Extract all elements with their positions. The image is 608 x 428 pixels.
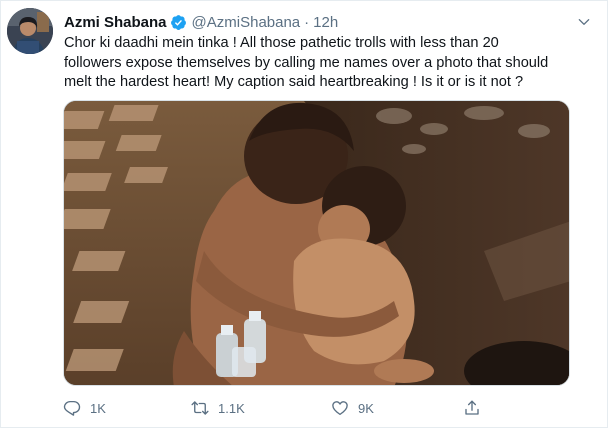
- avatar-image: [7, 8, 53, 54]
- tweet-header: Azmi Shabana @AzmiShabana · 12h: [64, 11, 567, 33]
- avatar[interactable]: [7, 8, 53, 54]
- verified-badge-icon: [170, 14, 187, 31]
- reply-button[interactable]: 1K: [63, 399, 191, 417]
- tweet-card[interactable]: Azmi Shabana @AzmiShabana · 12h Chor ki …: [0, 0, 608, 428]
- reply-count: 1K: [90, 400, 106, 416]
- like-button[interactable]: 9K: [331, 399, 463, 417]
- tweet-actions: 1K 1.1K 9K: [63, 394, 503, 422]
- photo-image: [64, 101, 569, 385]
- share-button[interactable]: [463, 399, 493, 417]
- retweet-button[interactable]: 1.1K: [191, 399, 331, 417]
- tweet-photo[interactable]: [63, 100, 570, 386]
- reply-icon: [63, 400, 81, 416]
- like-count: 9K: [358, 400, 374, 416]
- separator-dot: ·: [304, 13, 310, 31]
- more-options-button[interactable]: [571, 9, 597, 35]
- chevron-down-icon: [578, 18, 590, 25]
- tweet-text: Chor ki daadhi mein tinka ! All those pa…: [64, 35, 549, 90]
- timestamp[interactable]: 12h: [313, 14, 338, 31]
- author-handle[interactable]: @AzmiShabana: [192, 14, 301, 31]
- share-icon: [465, 400, 479, 415]
- retweet-icon: [191, 401, 209, 415]
- retweet-count: 1.1K: [218, 400, 245, 416]
- author-name[interactable]: Azmi Shabana: [64, 14, 167, 31]
- heart-icon: [332, 401, 348, 416]
